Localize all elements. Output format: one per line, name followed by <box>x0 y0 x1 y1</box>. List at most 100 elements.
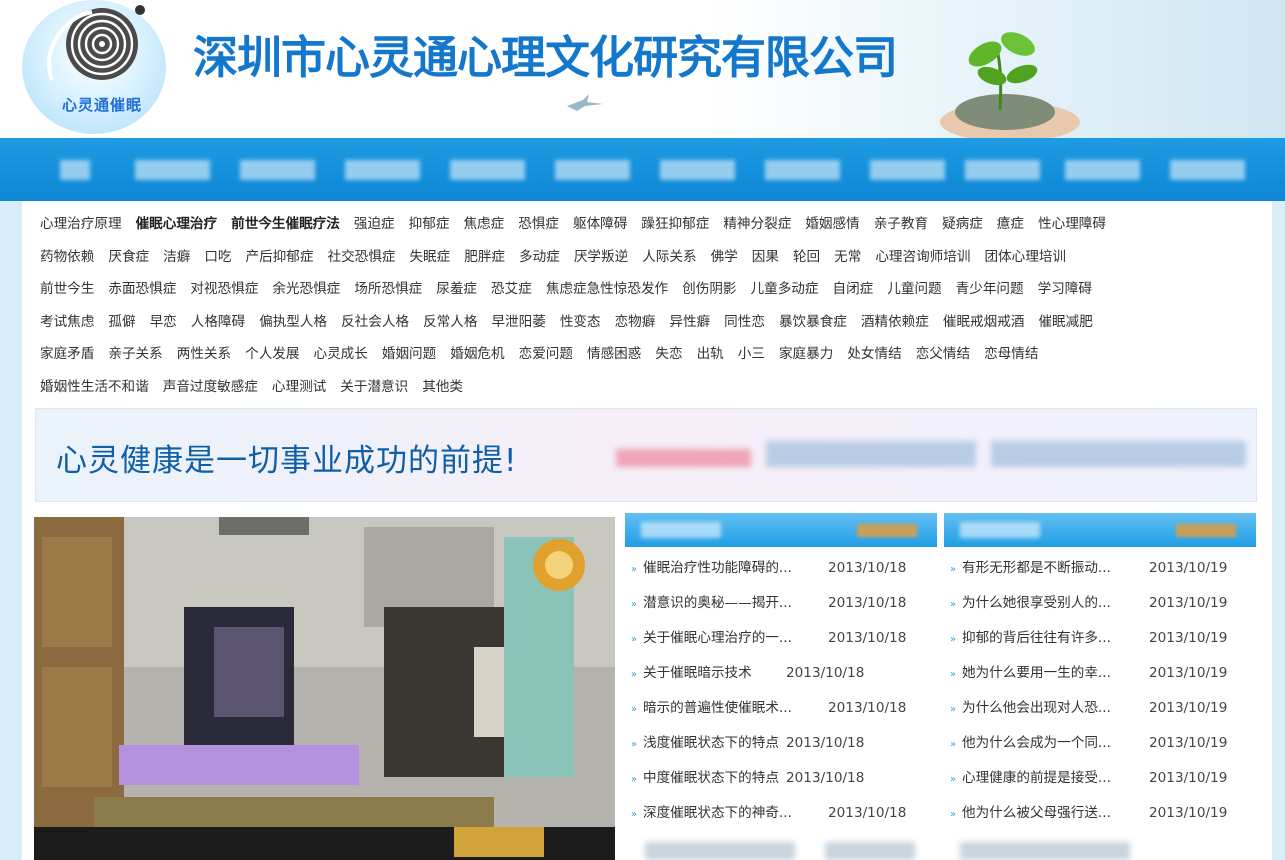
category-tag-link[interactable]: 恐惧症 <box>518 212 559 236</box>
category-tag-link[interactable]: 声音过度敏感症 <box>163 375 258 399</box>
category-tag-link[interactable]: 余光恐惧症 <box>272 277 340 301</box>
category-tag-link[interactable]: 强迫症 <box>354 212 395 236</box>
nav-item[interactable] <box>555 160 630 180</box>
category-tag-link[interactable]: 无常 <box>834 245 861 269</box>
nav-item[interactable] <box>660 160 735 180</box>
category-tag-link[interactable]: 厌食症 <box>108 245 149 269</box>
category-tag-link[interactable]: 情感困惑 <box>587 342 641 366</box>
category-tag-link[interactable]: 疑病症 <box>942 212 983 236</box>
category-tag-link[interactable]: 抑郁症 <box>409 212 450 236</box>
category-tag-link[interactable]: 两性关系 <box>177 342 231 366</box>
nav-item[interactable] <box>1065 160 1140 180</box>
news-list-item[interactable]: » 浅度催眠状态下的特点 2013/10/18 <box>631 732 931 767</box>
category-tag-link[interactable]: 前世今生 <box>40 277 94 301</box>
category-tag-link[interactable]: 赤面恐惧症 <box>108 277 176 301</box>
category-tag-link[interactable]: 婚姻危机 <box>450 342 504 366</box>
category-tag-link[interactable]: 学习障碍 <box>1038 277 1092 301</box>
category-tag-link[interactable]: 亲子关系 <box>108 342 162 366</box>
news-title-link[interactable]: 为什么她很享受别人的... <box>962 592 1111 614</box>
category-tag-link[interactable]: 反常人格 <box>423 310 477 334</box>
category-tag-link[interactable]: 尿羞症 <box>436 277 477 301</box>
category-tag-link[interactable]: 焦虑症 <box>463 212 504 236</box>
category-tag-link[interactable]: 出轨 <box>697 342 724 366</box>
nav-item[interactable] <box>135 160 210 180</box>
category-tag-link[interactable]: 团体心理培训 <box>984 245 1066 269</box>
category-tag-link[interactable]: 厌学叛逆 <box>574 245 628 269</box>
news-title-link[interactable]: 为什么他会出现对人恐... <box>962 697 1111 719</box>
category-tag-link[interactable]: 肥胖症 <box>464 245 505 269</box>
news-title-link[interactable]: 催眠治疗性功能障碍的... <box>643 557 792 579</box>
category-tag-link[interactable]: 因果 <box>752 245 779 269</box>
nav-item[interactable] <box>60 160 90 180</box>
category-tag-link[interactable]: 小三 <box>738 342 765 366</box>
category-tag-link[interactable]: 恋物癖 <box>615 310 656 334</box>
category-tag-link[interactable]: 儿童问题 <box>887 277 941 301</box>
news-title-link[interactable]: 中度催眠状态下的特点 <box>643 767 779 789</box>
news-title-link[interactable]: 潜意识的奥秘——揭开... <box>643 592 792 614</box>
category-tag-link[interactable]: 对视恐惧症 <box>190 277 258 301</box>
category-tag-link[interactable]: 酒精依赖症 <box>861 310 929 334</box>
category-tag-link[interactable]: 性心理障碍 <box>1038 212 1106 236</box>
category-tag-link[interactable]: 青少年问题 <box>956 277 1024 301</box>
category-tag-link[interactable]: 同性恋 <box>724 310 765 334</box>
category-tag-link[interactable]: 佛学 <box>711 245 738 269</box>
news-list-item[interactable]: » 为什么她很享受别人的... 2013/10/19 <box>950 592 1250 627</box>
news-title-link[interactable]: 关于催眠心理治疗的一... <box>643 627 792 649</box>
category-tag-link[interactable]: 产后抑郁症 <box>246 245 314 269</box>
more-button[interactable] <box>857 524 917 537</box>
category-tag-link[interactable]: 焦虑症急性惊恐发作 <box>546 277 668 301</box>
news-title-link[interactable]: 暗示的普遍性使催眠术... <box>643 697 792 719</box>
news-title-link[interactable]: 抑郁的背后往往有许多... <box>962 627 1111 649</box>
category-tag-link[interactable]: 口吃 <box>204 245 231 269</box>
category-tag-link[interactable]: 早泄阳萎 <box>491 310 545 334</box>
category-tag-link[interactable]: 婚姻问题 <box>382 342 436 366</box>
news-list-item[interactable]: » 他为什么会成为一个同... 2013/10/19 <box>950 732 1250 767</box>
category-tag-link[interactable]: 社交恐惧症 <box>328 245 396 269</box>
category-tag-link[interactable]: 催眠戒烟戒酒 <box>943 310 1025 334</box>
news-title-link[interactable]: 深度催眠状态下的神奇... <box>643 802 792 824</box>
category-tag-link[interactable]: 性变态 <box>560 310 601 334</box>
category-tag-link[interactable]: 心理咨询师培训 <box>875 245 970 269</box>
news-list-item[interactable]: » 深度催眠状态下的神奇... 2013/10/18 <box>631 802 931 837</box>
category-tag-link[interactable]: 躯体障碍 <box>573 212 627 236</box>
category-tag-link[interactable]: 恋爱问题 <box>519 342 573 366</box>
nav-item[interactable] <box>1170 160 1245 180</box>
news-list-item[interactable]: » 关于催眠暗示技术 2013/10/18 <box>631 662 931 697</box>
category-tag-link[interactable]: 暴饮暴食症 <box>779 310 847 334</box>
nav-item[interactable] <box>765 160 840 180</box>
category-tag-link[interactable]: 恐艾症 <box>491 277 532 301</box>
category-tag-link[interactable]: 人际关系 <box>642 245 696 269</box>
category-tag-link[interactable]: 人格障碍 <box>191 310 245 334</box>
category-tag-link[interactable]: 处女情结 <box>847 342 901 366</box>
news-list-item[interactable]: » 暗示的普遍性使催眠术... 2013/10/18 <box>631 697 931 732</box>
category-tag-link[interactable]: 躁狂抑郁症 <box>641 212 709 236</box>
category-tag-link[interactable]: 家庭暴力 <box>779 342 833 366</box>
category-tag-link[interactable]: 异性癖 <box>669 310 710 334</box>
category-tag-link[interactable]: 心灵成长 <box>314 342 368 366</box>
news-list-item[interactable]: » 她为什么要用一生的幸... 2013/10/19 <box>950 662 1250 697</box>
nav-item[interactable] <box>870 160 945 180</box>
category-tag-link[interactable]: 洁癖 <box>163 245 190 269</box>
news-list-item[interactable]: » 催眠治疗性功能障碍的... 2013/10/18 <box>631 557 931 592</box>
category-tag-link[interactable]: 前世今生催眠疗法 <box>231 212 340 236</box>
category-tag-link[interactable]: 儿童多动症 <box>751 277 819 301</box>
category-tag-link[interactable]: 孤僻 <box>108 310 135 334</box>
category-tag-link[interactable]: 其他类 <box>422 375 463 399</box>
category-tag-link[interactable]: 婚姻性生活不和谐 <box>40 375 149 399</box>
nav-item[interactable] <box>345 160 420 180</box>
category-tag-link[interactable]: 偏执型人格 <box>259 310 327 334</box>
category-tag-link[interactable]: 催眠心理治疗 <box>136 212 218 236</box>
category-tag-link[interactable]: 药物依赖 <box>40 245 94 269</box>
nav-item[interactable] <box>450 160 525 180</box>
category-tag-link[interactable]: 精神分裂症 <box>723 212 791 236</box>
news-title-link[interactable]: 心理健康的前提是接受... <box>962 767 1111 789</box>
news-title-link[interactable]: 他为什么被父母强行送... <box>962 802 1111 824</box>
featured-photo[interactable] <box>34 517 615 860</box>
category-tag-link[interactable]: 恋母情结 <box>984 342 1038 366</box>
news-list-item[interactable]: » 潜意识的奥秘——揭开... 2013/10/18 <box>631 592 931 627</box>
news-list-item[interactable]: » 抑郁的背后往往有许多... 2013/10/19 <box>950 627 1250 662</box>
nav-item[interactable] <box>240 160 315 180</box>
category-tag-link[interactable]: 个人发展 <box>245 342 299 366</box>
category-tag-link[interactable]: 心理测试 <box>272 375 326 399</box>
news-list-item[interactable]: » 为什么他会出现对人恐... 2013/10/19 <box>950 697 1250 732</box>
